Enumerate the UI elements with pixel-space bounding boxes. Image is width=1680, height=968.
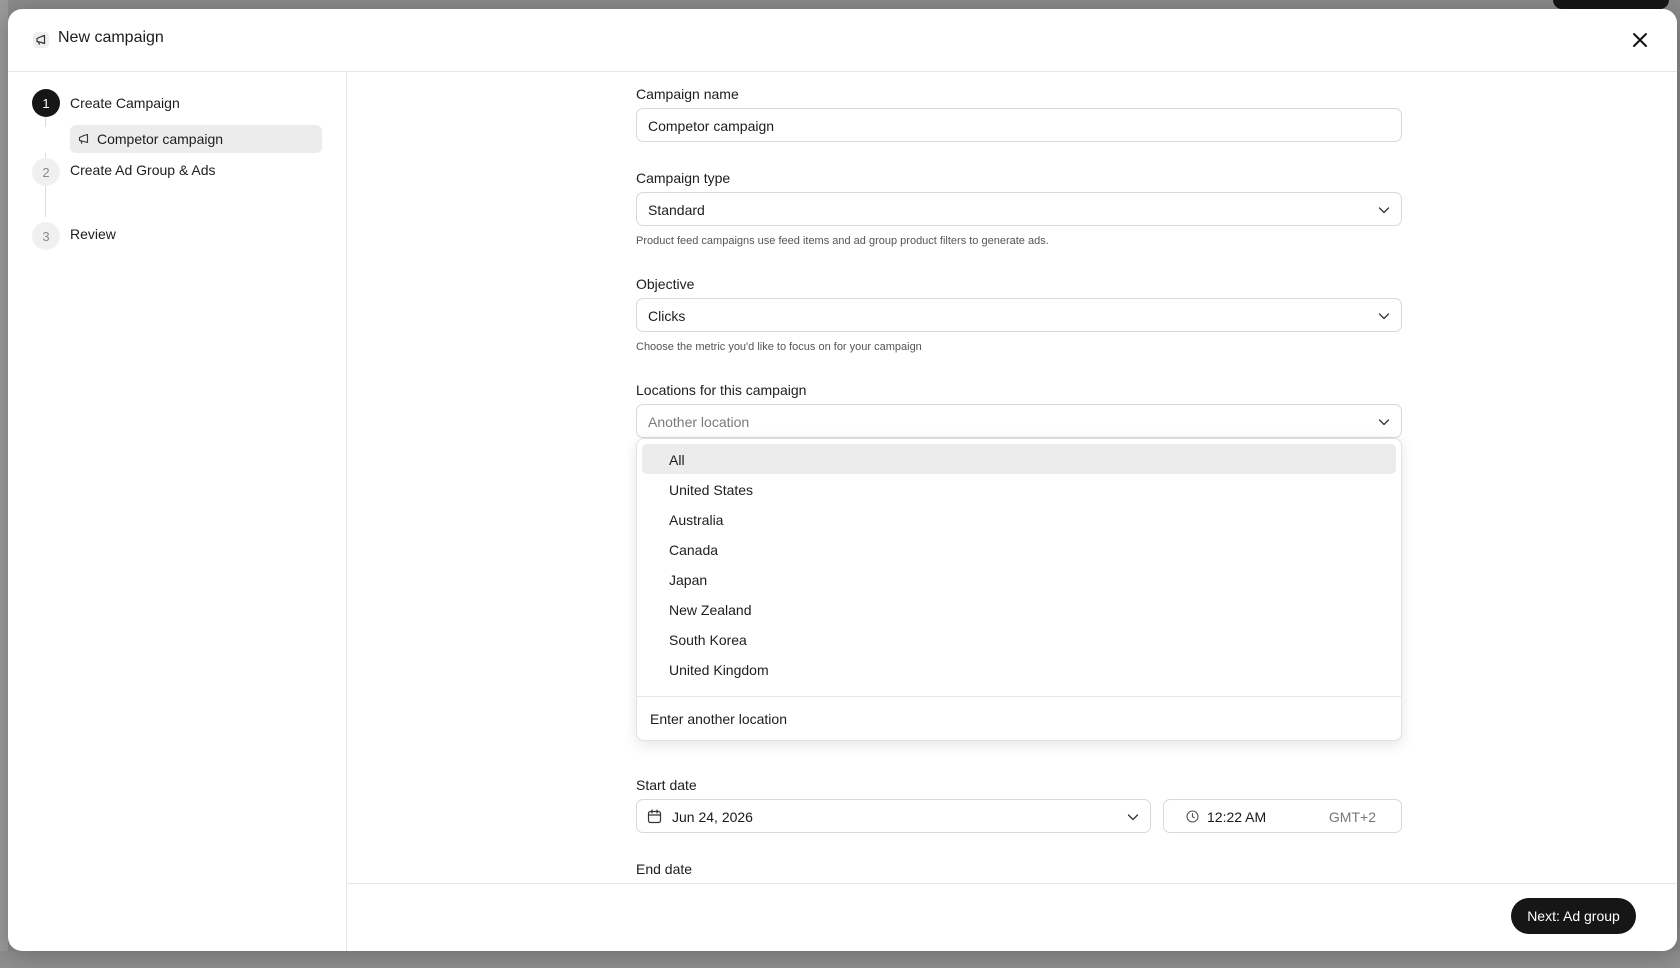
calendar-icon bbox=[647, 809, 662, 824]
locations-label: Locations for this campaign bbox=[636, 382, 807, 398]
step-number-badge: 3 bbox=[32, 222, 60, 250]
campaign-name-input[interactable]: Competor campaign bbox=[636, 108, 1402, 142]
dropdown-divider bbox=[637, 696, 1401, 697]
step-connector bbox=[45, 117, 46, 127]
modal-header: New campaign bbox=[8, 9, 1677, 72]
objective-hint: Choose the metric you'd like to focus on… bbox=[636, 341, 922, 353]
end-date-label: End date bbox=[636, 861, 693, 877]
campaign-type-select[interactable]: Standard bbox=[636, 192, 1402, 226]
locations-dropdown-menu: All United States Australia Canada Japan… bbox=[636, 438, 1402, 741]
chevron-down-icon bbox=[1378, 419, 1390, 426]
location-option-canada[interactable]: Canada bbox=[642, 534, 1396, 564]
objective-value: Clicks bbox=[648, 308, 686, 324]
steps-sidebar: 1 Create Campaign Competor campaign 2 Cr… bbox=[8, 72, 347, 951]
background-app-edge bbox=[0, 0, 8, 968]
enter-another-location-option[interactable]: Enter another location bbox=[650, 711, 787, 727]
campaign-name-value: Competor campaign bbox=[648, 118, 775, 134]
objective-label: Objective bbox=[636, 276, 695, 292]
option-label: United Kingdom bbox=[669, 662, 769, 678]
location-option-united-kingdom[interactable]: United Kingdom bbox=[642, 654, 1396, 684]
option-label: New Zealand bbox=[669, 602, 752, 618]
option-label: Japan bbox=[669, 572, 708, 588]
option-label: Canada bbox=[669, 542, 719, 558]
clock-icon bbox=[1186, 810, 1199, 823]
location-option-all[interactable]: All bbox=[642, 444, 1396, 474]
objective-select[interactable]: Clicks bbox=[636, 298, 1402, 332]
campaign-form: Campaign name Competor campaign Campaign… bbox=[347, 72, 1677, 892]
background-app-button bbox=[1553, 0, 1669, 9]
start-date-label: Start date bbox=[636, 777, 697, 793]
locations-placeholder: Another location bbox=[648, 414, 750, 430]
modal-footer: Next: Ad group bbox=[347, 883, 1677, 951]
start-date-value: Jun 24, 2026 bbox=[672, 809, 753, 825]
start-date-picker[interactable]: Jun 24, 2026 bbox=[636, 799, 1151, 833]
step-label: Create Campaign bbox=[70, 95, 180, 111]
megaphone-icon bbox=[33, 32, 49, 48]
campaign-name-label: Campaign name bbox=[636, 86, 739, 102]
sidebar-item-label: Competor campaign bbox=[97, 131, 224, 147]
step-number-badge: 2 bbox=[32, 158, 60, 186]
option-label: South Korea bbox=[669, 632, 747, 648]
sidebar-item-campaign[interactable]: Competor campaign bbox=[70, 125, 322, 153]
background-app-bottom bbox=[0, 951, 1680, 968]
modal-title: New campaign bbox=[58, 29, 164, 46]
locations-select[interactable]: Another location bbox=[636, 404, 1402, 438]
option-label: Australia bbox=[669, 512, 724, 528]
location-option-new-zealand[interactable]: New Zealand bbox=[642, 594, 1396, 624]
location-option-japan[interactable]: Japan bbox=[642, 564, 1396, 594]
location-option-united-states[interactable]: United States bbox=[642, 474, 1396, 504]
option-label: United States bbox=[669, 482, 754, 498]
chevron-down-icon bbox=[1378, 313, 1390, 320]
location-option-australia[interactable]: Australia bbox=[642, 504, 1396, 534]
step-label: Create Ad Group & Ads bbox=[70, 162, 216, 178]
start-time-input[interactable]: 12:22 AM GMT+2 bbox=[1163, 799, 1402, 833]
campaign-type-value: Standard bbox=[648, 202, 705, 218]
step-number-badge: 1 bbox=[32, 89, 60, 117]
location-option-south-korea[interactable]: South Korea bbox=[642, 624, 1396, 654]
timezone-label: GMT+2 bbox=[1328, 809, 1376, 825]
campaign-type-hint: Product feed campaigns use feed items an… bbox=[636, 235, 1049, 247]
campaign-type-label: Campaign type bbox=[636, 170, 731, 186]
next-ad-group-button[interactable]: Next: Ad group bbox=[1511, 898, 1636, 934]
new-campaign-modal: New campaign 1 Create Campaign Competor … bbox=[8, 9, 1677, 951]
close-icon[interactable] bbox=[1628, 28, 1652, 52]
megaphone-icon bbox=[78, 133, 89, 144]
step-label: Review bbox=[70, 226, 116, 242]
start-time-value: 12:22 AM bbox=[1207, 809, 1267, 825]
option-label: All bbox=[669, 452, 685, 468]
chevron-down-icon bbox=[1127, 814, 1139, 821]
chevron-down-icon bbox=[1378, 207, 1390, 214]
step-connector bbox=[45, 186, 46, 217]
